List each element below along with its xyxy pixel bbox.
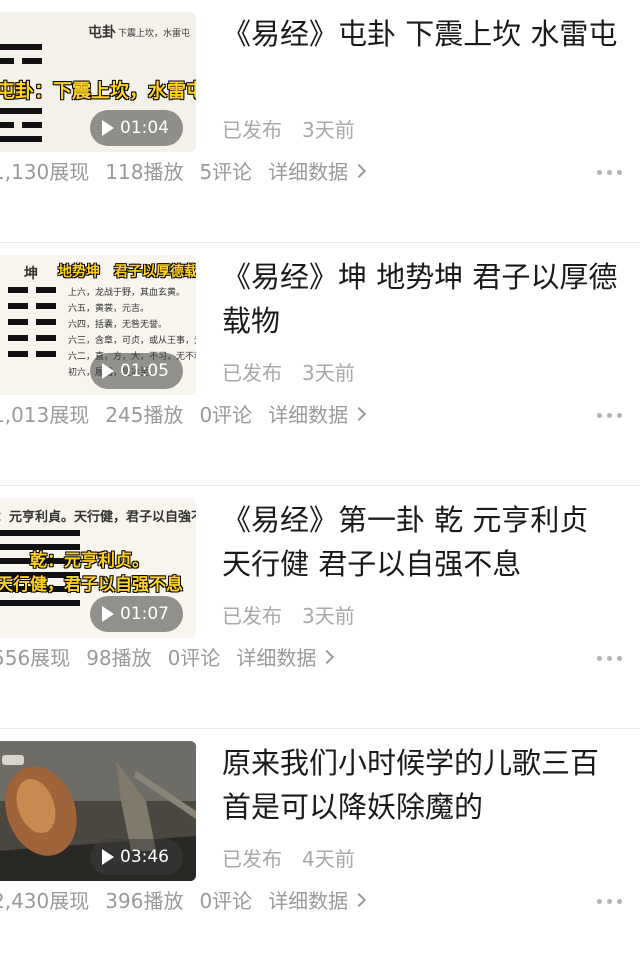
video-card[interactable]: 坤 地势坤 君子以厚德载物 上六，龙战于野，其血玄黄。 六五，黄裳，元吉。 六四… <box>0 243 640 486</box>
stats-row: 1,130展现 118播放 5评论 详细数据 <box>0 156 600 185</box>
play-icon <box>102 363 114 379</box>
publish-label: 已发布 <box>222 604 282 628</box>
detail-data-link[interactable]: 详细数据 <box>268 399 367 428</box>
more-dots-icon[interactable] <box>597 413 622 418</box>
video-card[interactable]: ：元亨利貞。天行健，君子以自強不息。 乾：元亨利贞。 天行健，君子以自强不息 0… <box>0 486 640 729</box>
plays-count: 396播放 <box>105 889 184 913</box>
comments-count[interactable]: 5评论 <box>199 156 252 185</box>
publish-age: 3天前 <box>302 118 355 142</box>
impressions-count: 1,013展现 <box>0 403 90 427</box>
comments-count[interactable]: 0评论 <box>168 642 221 671</box>
publish-status: 已发布 3天前 <box>222 114 355 143</box>
detail-data-label: 详细数据 <box>236 646 317 670</box>
plays-count: 98播放 <box>86 646 152 670</box>
impressions-count: 2,430展现 <box>0 889 90 913</box>
publish-status: 已发布 4天前 <box>222 843 355 872</box>
publish-age: 3天前 <box>302 361 355 385</box>
thumbnail-banner: 地势坤 君子以厚德载物 <box>58 264 196 280</box>
detail-data-link[interactable]: 详细数据 <box>268 885 367 914</box>
publish-label: 已发布 <box>222 361 282 385</box>
thumbnail-line: 六四，括囊，无咎无誉。 <box>68 320 168 330</box>
stats-row: 556展现 98播放 0评论 详细数据 <box>0 642 600 671</box>
detail-data-label: 详细数据 <box>268 160 349 184</box>
thumbnail-line: 上六，龙战于野，其血玄黄。 <box>68 288 186 298</box>
video-title[interactable]: 《易经》坤 地势坤 君子以厚德载物 <box>222 255 622 343</box>
publish-label: 已发布 <box>222 847 282 871</box>
duration-badge: 01:04 <box>90 110 183 146</box>
video-thumbnail[interactable]: ：元亨利貞。天行健，君子以自強不息。 乾：元亨利贞。 天行健，君子以自强不息 0… <box>0 498 196 638</box>
stats-row: 2,430展现 396播放 0评论 详细数据 <box>0 885 600 914</box>
plays-count: 118播放 <box>105 160 184 184</box>
more-dots-icon[interactable] <box>597 170 622 175</box>
thumbnail-line: 六三，含章，可贞，或从王事，无成有终。 <box>68 336 196 346</box>
thumbnail-overlay-text: 乾：元亨利贞。 <box>30 551 149 571</box>
thumbnail-overlay-text: 屯卦：下震上坎，水雷屯 <box>0 80 196 102</box>
duration-badge: 01:07 <box>90 596 183 632</box>
chevron-right-icon <box>352 406 367 421</box>
chevron-right-icon <box>320 649 335 664</box>
video-thumbnail[interactable]: 屯卦 下震上坎，水雷屯 屯卦：下震上坎，水雷屯 01:04 <box>0 12 196 152</box>
thumbnail-line: 六五，黄裳，元吉。 <box>68 304 150 314</box>
more-dots-icon[interactable] <box>597 656 622 661</box>
play-icon <box>102 120 114 136</box>
video-title[interactable]: 《易经》屯卦 下震上坎 水雷屯 <box>222 12 622 56</box>
publish-status: 已发布 3天前 <box>222 357 355 386</box>
thumbnail-subtitle: 下震上坎，水雷屯 <box>118 29 191 39</box>
play-icon <box>102 606 114 622</box>
publish-status: 已发布 3天前 <box>222 600 355 629</box>
publish-age: 4天前 <box>302 847 355 871</box>
publish-label: 已发布 <box>222 118 282 142</box>
detail-data-link[interactable]: 详细数据 <box>236 642 335 671</box>
duration-badge: 01:05 <box>90 353 183 389</box>
video-card[interactable]: 屯卦 下震上坎，水雷屯 屯卦：下震上坎，水雷屯 01:04 《易经》屯卦 下震上… <box>0 0 640 243</box>
thumbnail-heading: 坤 <box>24 266 38 282</box>
video-thumbnail[interactable]: 03:46 <box>0 741 196 881</box>
comments-count[interactable]: 0评论 <box>199 399 252 428</box>
thumbnail-top-text: ：元亨利貞。天行健，君子以自強不息。 <box>0 510 196 525</box>
comments-count[interactable]: 0评论 <box>199 885 252 914</box>
duration-text: 01:04 <box>120 118 169 138</box>
duration-text: 01:05 <box>120 361 169 381</box>
thumbnail-overlay-text: 天行健，君子以自强不息 <box>0 575 183 595</box>
impressions-count: 556展现 <box>0 646 71 670</box>
stats-row: 1,013展现 245播放 0评论 详细数据 <box>0 399 600 428</box>
duration-text: 03:46 <box>120 847 169 867</box>
plays-count: 245播放 <box>105 403 184 427</box>
duration-text: 01:07 <box>120 604 169 624</box>
publish-age: 3天前 <box>302 604 355 628</box>
thumbnail-heading: 屯卦 <box>88 25 116 41</box>
duration-badge: 03:46 <box>90 839 183 875</box>
play-icon <box>102 849 114 865</box>
video-thumbnail[interactable]: 坤 地势坤 君子以厚德载物 上六，龙战于野，其血玄黄。 六五，黄裳，元吉。 六四… <box>0 255 196 395</box>
video-title[interactable]: 原来我们小时候学的儿歌三百首是可以降妖除魔的 <box>222 741 622 829</box>
impressions-count: 1,130展现 <box>0 160 90 184</box>
detail-data-label: 详细数据 <box>268 403 349 427</box>
chevron-right-icon <box>352 892 367 907</box>
video-card[interactable]: 03:46 原来我们小时候学的儿歌三百首是可以降妖除魔的 已发布 4天前 2,43… <box>0 729 640 972</box>
chevron-right-icon <box>352 163 367 178</box>
more-dots-icon[interactable] <box>597 899 622 904</box>
detail-data-label: 详细数据 <box>268 889 349 913</box>
video-title[interactable]: 《易经》第一卦 乾 元亨利贞 天行健 君子以自强不息 <box>222 498 622 586</box>
detail-data-link[interactable]: 详细数据 <box>268 156 367 185</box>
